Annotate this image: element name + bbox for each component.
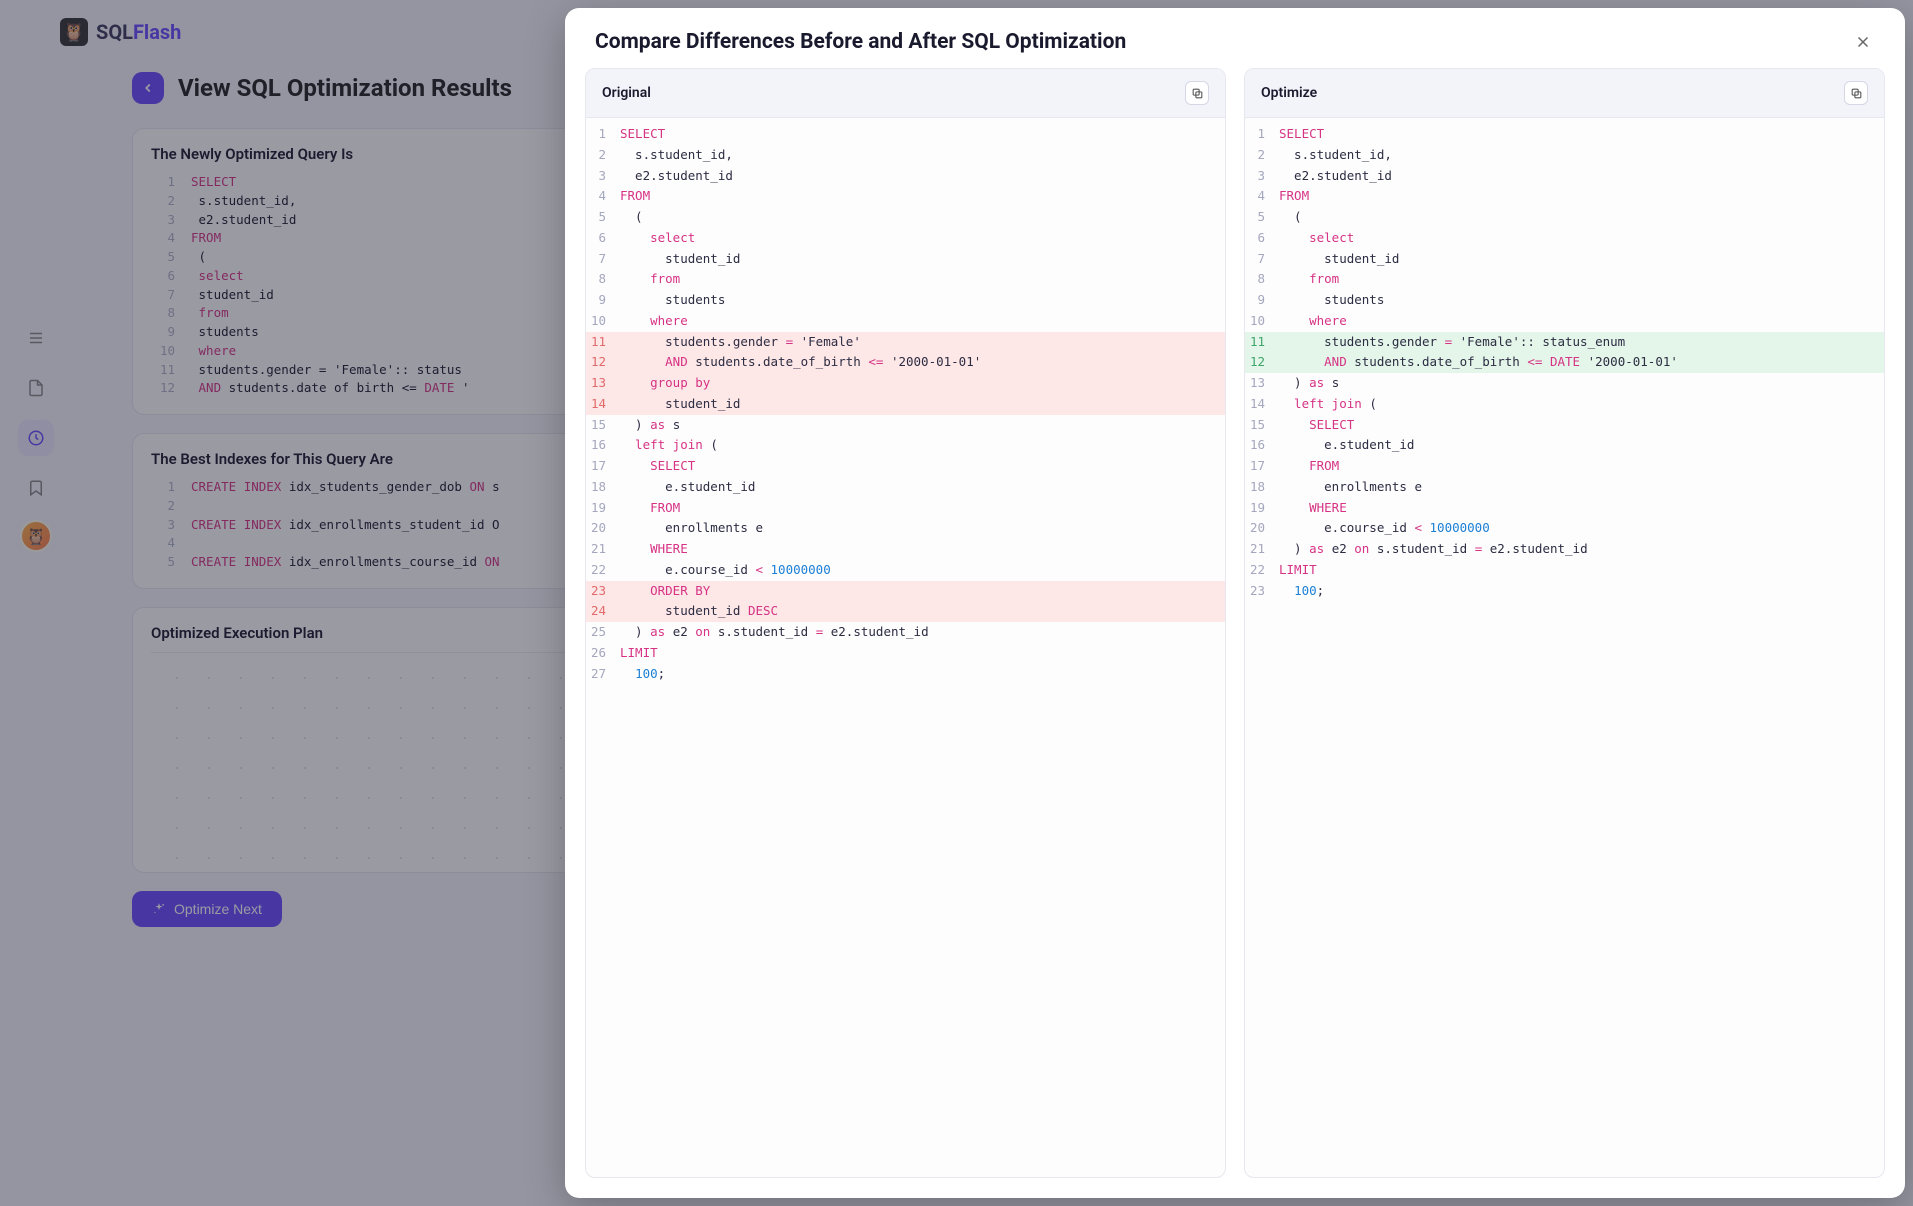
pane-original-code[interactable]: 1SELECT2 s.student_id,3 e2.student_id4FR… (586, 118, 1225, 1177)
modal-title: Compare Differences Before and After SQL… (595, 30, 1126, 54)
code-line: 5 ( (586, 207, 1225, 228)
code-line: 3 e2.student_id (586, 166, 1225, 187)
code-line: 22LIMIT (1245, 560, 1884, 581)
pane-original: Original 1SELECT2 s.student_id,3 e2.stud… (585, 68, 1226, 1178)
code-line: 20 e.course_id < 10000000 (1245, 518, 1884, 539)
copy-original-button[interactable] (1185, 81, 1209, 105)
code-line: 20 enrollments e (586, 518, 1225, 539)
code-line: 21 ) as e2 on s.student_id = e2.student_… (1245, 539, 1884, 560)
code-line: 24 student_id DESC (586, 601, 1225, 622)
code-line: 4FROM (586, 186, 1225, 207)
pane-optimize: Optimize 1SELECT2 s.student_id,3 e2.stud… (1244, 68, 1885, 1178)
code-line: 11 students.gender = 'Female' (586, 332, 1225, 353)
code-line: 22 e.course_id < 10000000 (586, 560, 1225, 581)
code-line: 1SELECT (586, 124, 1225, 145)
code-line: 16 left join ( (586, 435, 1225, 456)
close-button[interactable] (1851, 30, 1875, 54)
code-line: 13 ) as s (1245, 373, 1884, 394)
code-line: 27 100; (586, 664, 1225, 685)
code-line: 17 SELECT (586, 456, 1225, 477)
code-line: 5 ( (1245, 207, 1884, 228)
code-line: 7 student_id (586, 249, 1225, 270)
code-line: 4FROM (1245, 186, 1884, 207)
code-line: 3 e2.student_id (1245, 166, 1884, 187)
code-line: 21 WHERE (586, 539, 1225, 560)
code-line: 15 ) as s (586, 415, 1225, 436)
code-line: 14 left join ( (1245, 394, 1884, 415)
code-line: 19 WHERE (1245, 498, 1884, 519)
code-line: 1SELECT (1245, 124, 1884, 145)
code-line: 13 group by (586, 373, 1225, 394)
code-line: 2 s.student_id, (586, 145, 1225, 166)
code-line: 9 students (1245, 290, 1884, 311)
copy-icon (1191, 87, 1204, 100)
code-line: 25 ) as e2 on s.student_id = e2.student_… (586, 622, 1225, 643)
pane-original-label: Original (602, 85, 651, 101)
code-line: 2 s.student_id, (1245, 145, 1884, 166)
code-line: 12 AND students.date_of_birth <= '2000-0… (586, 352, 1225, 373)
code-line: 6 select (1245, 228, 1884, 249)
code-line: 6 select (586, 228, 1225, 249)
code-line: 14 student_id (586, 394, 1225, 415)
code-line: 26LIMIT (586, 643, 1225, 664)
code-line: 11 students.gender = 'Female':: status_e… (1245, 332, 1884, 353)
code-line: 7 student_id (1245, 249, 1884, 270)
code-line: 9 students (586, 290, 1225, 311)
pane-optimize-label: Optimize (1261, 85, 1317, 101)
copy-optimize-button[interactable] (1844, 81, 1868, 105)
code-line: 12 AND students.date_of_birth <= DATE '2… (1245, 352, 1884, 373)
close-icon (1854, 33, 1872, 51)
code-line: 8 from (1245, 269, 1884, 290)
code-line: 16 e.student_id (1245, 435, 1884, 456)
code-line: 10 where (586, 311, 1225, 332)
code-line: 19 FROM (586, 498, 1225, 519)
pane-optimize-code[interactable]: 1SELECT2 s.student_id,3 e2.student_id4FR… (1245, 118, 1884, 1177)
code-line: 8 from (586, 269, 1225, 290)
code-line: 23 ORDER BY (586, 581, 1225, 602)
code-line: 15 SELECT (1245, 415, 1884, 436)
modal-overlay[interactable]: Compare Differences Before and After SQL… (0, 0, 1913, 1206)
compare-modal: Compare Differences Before and After SQL… (565, 8, 1905, 1198)
copy-icon (1850, 87, 1863, 100)
code-line: 23 100; (1245, 581, 1884, 602)
code-line: 18 enrollments e (1245, 477, 1884, 498)
code-line: 10 where (1245, 311, 1884, 332)
code-line: 18 e.student_id (586, 477, 1225, 498)
code-line: 17 FROM (1245, 456, 1884, 477)
